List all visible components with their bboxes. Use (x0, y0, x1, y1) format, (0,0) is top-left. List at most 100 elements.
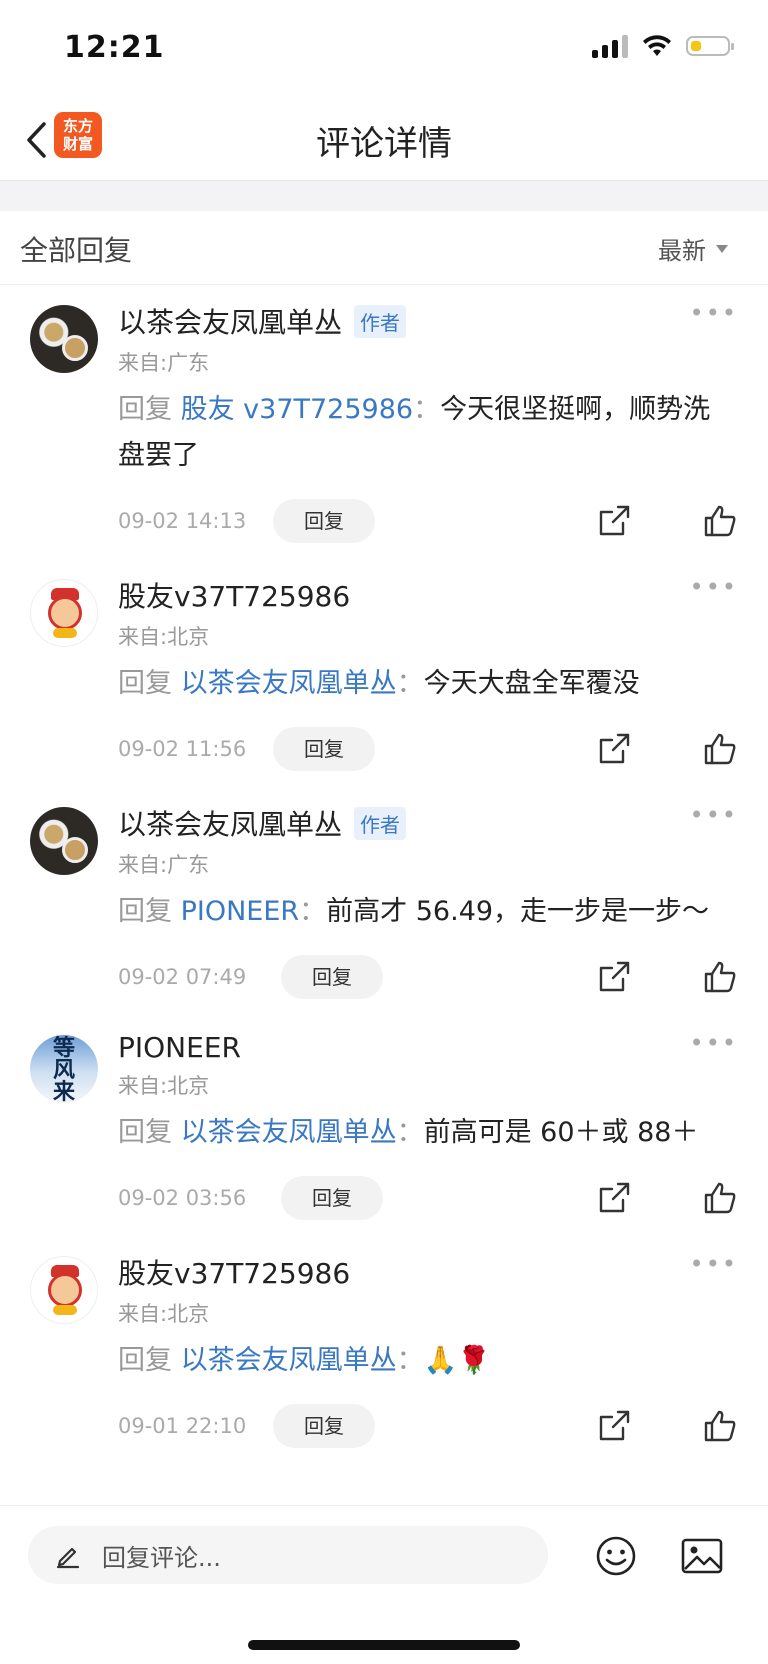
thumbs-up-icon[interactable] (702, 503, 738, 539)
commenter-name[interactable]: 以茶会友凤凰单丛 (118, 803, 342, 843)
share-icon[interactable] (596, 503, 632, 539)
section-divider (0, 181, 768, 211)
more-options-button[interactable]: ••• (690, 1029, 738, 1057)
comment-body: 🙏🌹 (423, 1345, 491, 1376)
reply-button[interactable]: 回复 (281, 955, 383, 999)
comment-header: 股友v37T725986 (118, 559, 738, 615)
comment-item[interactable]: ••• 以茶会友凤凰单丛 作者 来自:广东 回复 PIONEER：前高才 56.49，走… (0, 787, 768, 1015)
sort-dropdown[interactable]: 最新 (658, 231, 728, 266)
replies-header: 全部回复 最新 (0, 211, 768, 285)
comment-actions: 09-02 07:49 回复 (118, 945, 738, 1015)
more-options-button[interactable]: ••• (690, 801, 738, 829)
home-indicator (248, 1640, 520, 1650)
more-options-button[interactable]: ••• (690, 1250, 738, 1278)
reply-button[interactable]: 回复 (273, 1404, 375, 1448)
commenter-name[interactable]: 股友v37T725986 (118, 575, 350, 615)
comment-date: 09-02 07:49 (118, 965, 247, 989)
mentioned-user-link[interactable]: 以茶会友凤凰单丛 (181, 668, 397, 699)
mentioned-user-link[interactable]: 股友 v37T725986 (181, 394, 413, 425)
thumbs-up-icon[interactable] (702, 959, 738, 995)
wifi-icon (643, 35, 671, 56)
mentioned-user-link[interactable]: PIONEER (181, 896, 300, 927)
avatar-char-2: 风 (52, 1057, 75, 1083)
more-options-button[interactable]: ••• (690, 299, 738, 327)
mentioned-user-link[interactable]: 以茶会友凤凰单丛 (181, 1345, 397, 1376)
reply-colon: ： (396, 668, 424, 699)
user-avatar[interactable] (30, 305, 98, 373)
avatar-gold (53, 628, 77, 638)
page-title: 评论详情 (316, 124, 452, 164)
image-icon[interactable] (680, 1536, 724, 1576)
comment-text[interactable]: 回复 以茶会友凤凰单丛：前高可是 60＋或 88＋ (118, 1110, 738, 1156)
user-avatar[interactable] (30, 579, 98, 647)
comment-text[interactable]: 回复 PIONEER：前高才 56.49，走一步是一步～ (118, 889, 738, 935)
more-options-button[interactable]: ••• (690, 573, 738, 601)
comment-body: 前高可是 60＋或 88＋ (423, 1117, 699, 1148)
reply-button[interactable]: 回复 (281, 1176, 383, 1220)
comment-item[interactable]: 等风来 ••• PIONEER 来自:北京回复 以茶会友凤凰单丛：前高可是 60＋或 … (0, 1015, 768, 1236)
reply-colon: ： (396, 1117, 424, 1148)
caret-down-icon (716, 244, 728, 253)
emoji-icon[interactable] (594, 1534, 638, 1578)
comment-actions: 09-02 11:56 回复 (118, 717, 738, 787)
share-icon[interactable] (596, 1408, 632, 1444)
comment-text[interactable]: 回复 以茶会友凤凰单丛：今天大盘全军覆没 (118, 661, 738, 707)
commenter-name[interactable]: 以茶会友凤凰单丛 (118, 301, 342, 341)
status-icons (592, 34, 734, 58)
reply-button[interactable]: 回复 (273, 727, 375, 771)
comment-actions: 09-02 03:56 回复 (118, 1166, 738, 1236)
reply-colon: ： (413, 394, 441, 425)
comment-item[interactable]: ••• 股友v37T725986 来自:北京回复 以茶会友凤凰单丛：🙏🌹 09-01 … (0, 1236, 768, 1464)
commenter-name[interactable]: 股友v37T725986 (118, 1252, 350, 1292)
author-badge: 作者 (354, 304, 407, 338)
reply-colon: ： (396, 1345, 424, 1376)
commenter-location: 来自:广东 (118, 853, 210, 877)
comment-date: 09-02 11:56 (118, 737, 247, 761)
reply-input[interactable]: 回复评论... (28, 1526, 548, 1584)
comment-item[interactable]: ••• 以茶会友凤凰单丛 作者来自:广东回复 股友 v37T725986：今天很坚挺… (0, 285, 768, 559)
comment-header: 以茶会友凤凰单丛 作者 (118, 787, 738, 843)
avatar-char-1: 等 (52, 1035, 75, 1061)
battery-icon (686, 36, 734, 56)
comment-text[interactable]: 回复 股友 v37T725986：今天很坚挺啊，顺势洗盘罢了 (118, 387, 738, 479)
user-avatar[interactable] (30, 807, 98, 875)
battery-level (691, 41, 701, 51)
sort-selected-label: 最新 (658, 237, 706, 265)
share-icon[interactable] (596, 1180, 632, 1216)
comment-actions: 09-01 22:10 回复 (118, 1394, 738, 1464)
reply-prefix: 回复 (118, 394, 172, 425)
author-badge: 作者 (354, 806, 407, 840)
thumbs-up-icon[interactable] (702, 1180, 738, 1216)
comment-text[interactable]: 回复 以茶会友凤凰单丛：🙏🌹 (118, 1338, 738, 1384)
cellular-signal-icon (592, 34, 628, 58)
comment-date: 09-02 03:56 (118, 1186, 247, 1210)
share-icon[interactable] (596, 731, 632, 767)
status-time: 12:21 (64, 30, 165, 65)
thumbs-up-icon[interactable] (702, 731, 738, 767)
reply-colon: ： (299, 896, 327, 927)
comment-body: 今天大盘全军覆没 (423, 668, 640, 699)
commenter-location: 来自:北京 (118, 625, 210, 649)
commenter-location: 来自:北京 (118, 1302, 210, 1326)
commenter-name[interactable]: PIONEER (118, 1031, 241, 1064)
avatar-char-3: 来 (52, 1079, 75, 1103)
mentioned-user-link[interactable]: 以茶会友凤凰单丛 (181, 1117, 397, 1148)
comment-body: 前高才 56.49，走一步是一步～ (326, 896, 710, 927)
thumbs-up-icon[interactable] (702, 1408, 738, 1444)
avatar-gold (53, 1305, 77, 1315)
commenter-location: 来自:广东 (118, 351, 210, 375)
reply-prefix: 回复 (118, 668, 172, 699)
avatar-face (48, 596, 82, 630)
user-avatar[interactable]: 等风来 (30, 1035, 98, 1103)
comment-header: PIONEER (118, 1015, 738, 1064)
reply-prefix: 回复 (118, 1345, 172, 1376)
user-avatar[interactable] (30, 1256, 98, 1324)
commenter-location: 来自:北京 (118, 1074, 210, 1098)
reply-button[interactable]: 回复 (273, 499, 375, 543)
comment-list[interactable]: ••• 以茶会友凤凰单丛 作者 来自:广东 回复 股友 v37T725986：今天很坚挺… (0, 285, 768, 1505)
share-icon[interactable] (596, 959, 632, 995)
bottom-bar: 回复评论... (0, 1505, 768, 1664)
comment-item[interactable]: ••• 股友v37T725986 来自:北京回复 以茶会友凤凰单丛：今天大盘全军覆没… (0, 559, 768, 787)
nav-bar: 东方 财富 评论详情 (0, 100, 768, 181)
status-bar: 12:21 (0, 0, 768, 100)
